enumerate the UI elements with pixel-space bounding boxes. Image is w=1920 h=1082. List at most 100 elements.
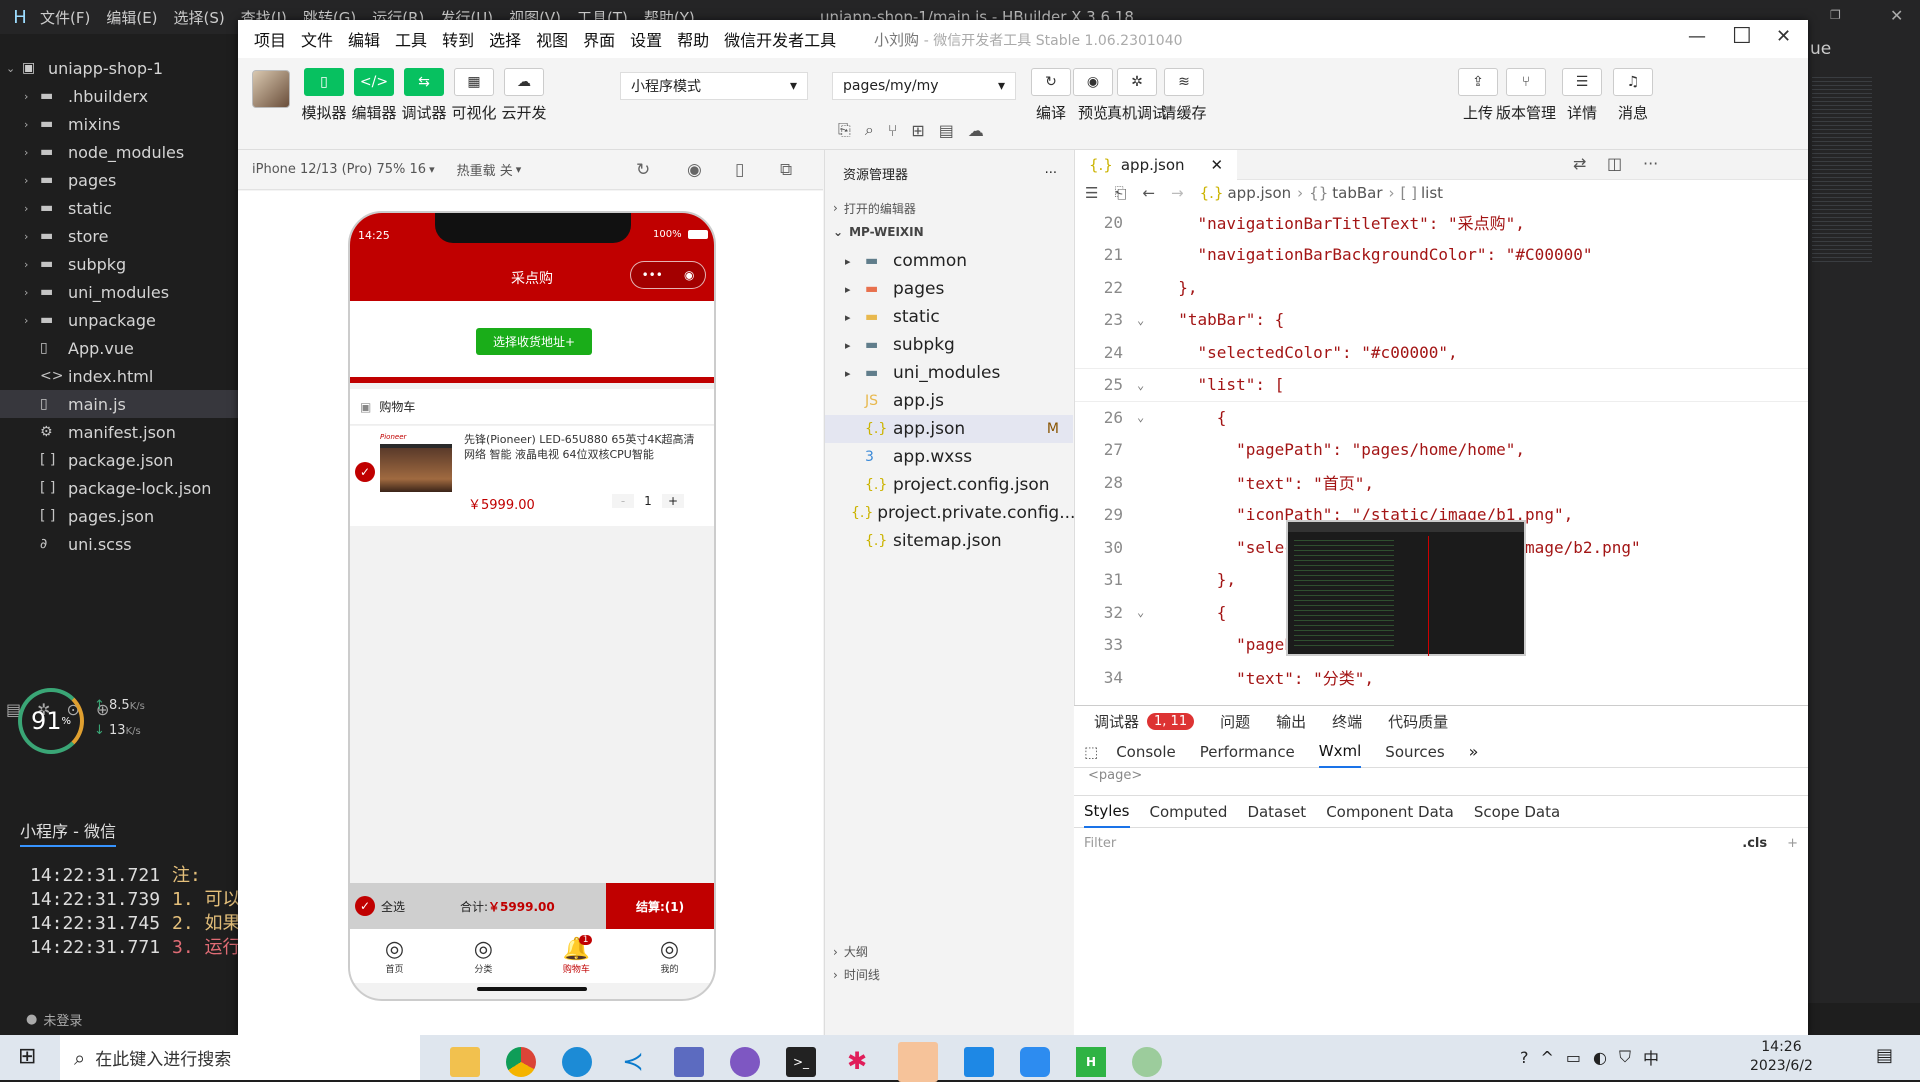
chrome-icon[interactable] (506, 1047, 536, 1077)
cls-toggle[interactable]: .cls (1742, 836, 1767, 851)
devtools-tab[interactable]: Sources (1385, 737, 1444, 767)
tree-item[interactable]: › ▬ mixins (0, 110, 238, 138)
close-window-icon[interactable]: ✕ (1776, 26, 1791, 47)
explorer-item[interactable]: {.} project.config.json (825, 471, 1073, 499)
avatar[interactable] (252, 70, 290, 108)
stop-icon[interactable]: ◉ (687, 160, 702, 180)
list-icon[interactable]: ☰ (1085, 184, 1098, 202)
back-icon[interactable]: ← (1142, 184, 1155, 202)
phone-tab[interactable]: 🔔 购物车 1 (563, 935, 593, 975)
console-tab[interactable]: 小程序 - 微信 (20, 818, 116, 847)
restore-icon[interactable]: ❐ (1830, 8, 1841, 22)
help-icon[interactable]: ? (1520, 1048, 1529, 1067)
breadcrumb-item[interactable]: app.json (1227, 184, 1291, 202)
tree-item[interactable]: ⚙ manifest.json (0, 418, 238, 446)
tree-item[interactable]: › ▬ unpackage (0, 306, 238, 334)
select-all-label[interactable]: 全选 (381, 898, 405, 915)
debug-tab[interactable]: 调试器 (1094, 711, 1139, 732)
phone-tab[interactable]: ◎ 分类 (474, 937, 493, 975)
toolbar-button[interactable]: ♫ 消息 (1605, 68, 1661, 123)
style-tab[interactable]: Dataset (1247, 797, 1306, 827)
slack-icon[interactable]: ✱ (842, 1047, 872, 1077)
tree-item[interactable]: [ ] package.json (0, 446, 238, 474)
explorer-item[interactable]: {.} sitemap.json (825, 527, 1073, 555)
file-explorer-icon[interactable] (450, 1047, 480, 1077)
wx-menu-item[interactable]: 文件 (301, 27, 333, 51)
more-actions-icon[interactable]: ··· (1643, 154, 1658, 173)
tree-item[interactable]: › ▬ uni_modules (0, 278, 238, 306)
shield-icon[interactable]: ⛉ (1619, 1047, 1631, 1067)
devtools-tab[interactable]: Performance (1200, 737, 1295, 767)
toolbar-button[interactable]: ⇆ 调试器 (396, 68, 452, 123)
tree-item[interactable]: › ▬ .hbuilderx (0, 82, 238, 110)
git-branch-icon[interactable]: ⑂ (888, 121, 898, 140)
tree-item[interactable]: [ ] package-lock.json (0, 474, 238, 502)
breadcrumb-item[interactable]: list (1421, 184, 1443, 202)
toolbar-button[interactable]: ☰ 详情 (1554, 68, 1610, 123)
tree-item[interactable]: › ▬ node_modules (0, 138, 238, 166)
open-editors-section[interactable]: › 打开的编辑器 (825, 196, 1073, 220)
filter-input[interactable]: Filter (1084, 836, 1116, 851)
refresh-icon[interactable]: ↻ (636, 160, 650, 180)
breadcrumb-item[interactable]: tabBar (1332, 184, 1382, 202)
windows-start-icon[interactable]: ⊞ (18, 1044, 36, 1069)
chevron-up-icon[interactable]: ^ (1541, 1048, 1554, 1067)
decrease-button[interactable]: - (612, 494, 634, 508)
fold-icon[interactable]: ⌄ (1137, 605, 1159, 619)
extensions-icon[interactable]: ⊞ (911, 121, 924, 140)
mode-select[interactable]: 小程序模式 ▾ (620, 72, 808, 100)
split-editor-icon[interactable]: ◫ (1607, 154, 1622, 173)
cloud-icon[interactable]: ☁ (968, 121, 984, 140)
toolbar-button[interactable]: ▯ 模拟器 (296, 68, 352, 123)
explorer-item[interactable]: {.} project.private.config... (825, 499, 1075, 527)
wx-menu-item[interactable]: 工具 (395, 27, 427, 51)
close-icon[interactable]: ✕ (1890, 6, 1903, 25)
checkout-button[interactable]: 结算:(1) (606, 883, 714, 929)
debug-tab[interactable]: 终端 (1332, 711, 1362, 732)
toolbar-button[interactable]: ⑂ 版本管理 (1496, 68, 1556, 123)
wx-menu-item[interactable]: 帮助 (677, 27, 709, 51)
tree-item[interactable]: ▯ main.js (0, 390, 238, 418)
tree-item[interactable]: › ▬ subpkg (0, 250, 238, 278)
terminal-icon[interactable]: >_ (786, 1047, 816, 1077)
ime-indicator[interactable]: 中 (1643, 1045, 1659, 1069)
obs-icon[interactable] (730, 1047, 760, 1077)
tree-item[interactable]: ▯ App.vue (0, 334, 238, 362)
tree-item[interactable]: <> index.html (0, 362, 238, 390)
wx-menu-item[interactable]: 转到 (442, 27, 474, 51)
vscode-icon[interactable]: ≺ (618, 1047, 648, 1077)
toolbar-button[interactable]: ▦ 可视化 (446, 68, 502, 123)
wx-menu-item[interactable]: 编辑 (348, 27, 380, 51)
explorer-item[interactable]: ▸ ▬ uni_modules (825, 359, 1073, 387)
timeline-section[interactable]: › 时间线 (833, 966, 880, 983)
forward-icon[interactable]: → (1171, 184, 1184, 202)
debug-tab[interactable]: 输出 (1276, 711, 1306, 732)
zoom-icon[interactable] (1020, 1047, 1050, 1077)
style-tab[interactable]: Styles (1084, 796, 1130, 828)
phone-tab[interactable]: ◎ 我的 (660, 937, 679, 975)
inspect-icon[interactable]: ⬚ (1084, 743, 1098, 761)
explorer-item[interactable]: JS app.js (825, 387, 1073, 415)
detach-icon[interactable]: ⧉ (780, 160, 792, 180)
phone-tab[interactable]: ◎ 首页 (385, 937, 404, 975)
devtools-tab[interactable]: Console (1116, 737, 1176, 767)
style-tab[interactable]: Computed (1150, 797, 1228, 827)
login-status[interactable]: 未登录 (43, 1010, 82, 1029)
edge-icon[interactable] (562, 1047, 592, 1077)
close-tab-icon[interactable]: ✕ (1211, 156, 1224, 174)
tree-item[interactable]: ∂ uni.scss (0, 530, 238, 558)
toolbar-button[interactable]: ≋ 清缓存 (1156, 68, 1212, 123)
notification-icon[interactable]: ▤ (1876, 1045, 1893, 1066)
taskbar-search[interactable]: ⌕ 在此键入进行搜索 (60, 1035, 420, 1080)
wx-menu-item[interactable]: 设置 (630, 27, 662, 51)
style-tab[interactable]: Scope Data (1474, 797, 1560, 827)
wx-menu-item[interactable]: 微信开发者工具 (724, 27, 836, 51)
more-icon[interactable]: ••• (642, 268, 663, 282)
feishu-icon[interactable] (964, 1047, 994, 1077)
wxml-node[interactable]: <page> (1088, 768, 1142, 783)
hb-menu-item[interactable]: 选择(S) (174, 7, 225, 28)
hb-menu-item[interactable]: 文件(F) (40, 7, 90, 28)
search-icon[interactable]: ⌕ (865, 120, 874, 140)
quantity-stepper[interactable]: - 1 + (612, 490, 684, 512)
explorer-item[interactable]: ▸ ▬ pages (825, 275, 1073, 303)
